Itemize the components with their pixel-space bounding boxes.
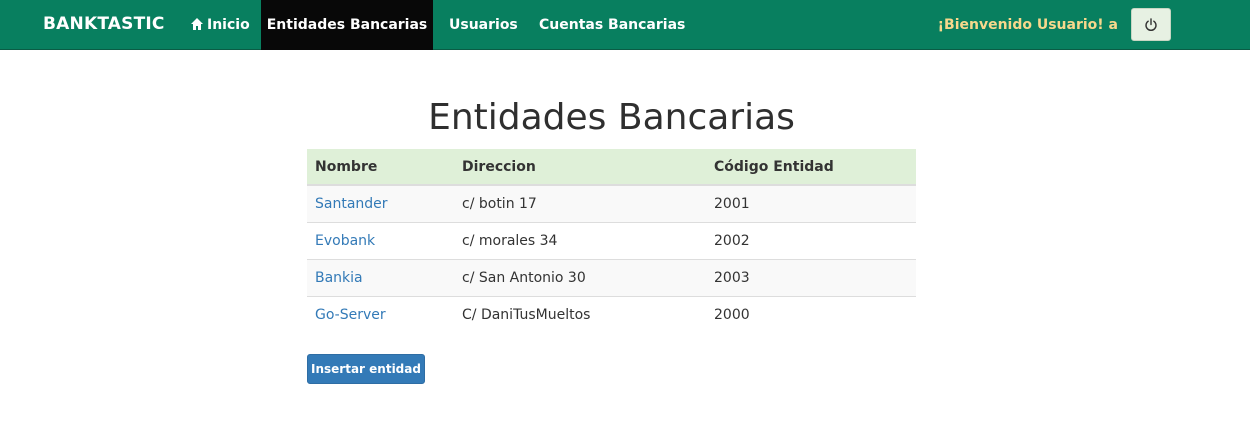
entity-address: C/ DaniTusMueltos (454, 295, 706, 333)
entity-name-link[interactable]: Bankia (307, 258, 454, 296)
brand-logo[interactable]: BANKTASTIC (43, 14, 165, 34)
logout-button[interactable] (1131, 8, 1171, 41)
nav-item-entidades-bancarias-label: Entidades Bancarias (266, 17, 428, 33)
home-icon (191, 18, 203, 30)
table-row: Bankia c/ San Antonio 30 2003 (307, 258, 916, 296)
entity-name-link[interactable]: Evobank (307, 221, 454, 259)
entity-code: 2002 (706, 221, 916, 259)
top-navbar: BANKTASTIC Inicio Entidades Bancarias Us… (0, 0, 1250, 50)
entity-address: c/ San Antonio 30 (454, 258, 706, 296)
nav-item-usuarios[interactable]: Usuarios (449, 0, 518, 50)
nav-item-inicio-label: Inicio (207, 17, 250, 33)
column-header-codigo-entidad[interactable]: Código Entidad (706, 149, 916, 186)
nav-item-entidades-bancarias[interactable]: Entidades Bancarias (261, 0, 433, 50)
entity-code: 2001 (706, 184, 916, 222)
entity-address: c/ botin 17 (454, 184, 706, 222)
welcome-message: ¡Bienvenido Usuario! a (937, 17, 1118, 33)
nav-item-cuentas-bancarias[interactable]: Cuentas Bancarias (539, 0, 685, 50)
page-title: Entidades Bancarias (428, 97, 795, 138)
nav-item-inicio[interactable]: Inicio (190, 0, 250, 50)
power-icon (1145, 17, 1157, 31)
entity-name-link[interactable]: Santander (307, 184, 454, 222)
insert-entity-button[interactable]: Insertar entidad (307, 354, 425, 384)
table-row: Evobank c/ morales 34 2002 (307, 221, 916, 259)
table-header-row: Nombre Direccion Código Entidad (307, 149, 916, 186)
nav-item-cuentas-bancarias-label: Cuentas Bancarias (539, 17, 686, 33)
entity-name-link[interactable]: Go-Server (307, 295, 454, 333)
entity-code: 2003 (706, 258, 916, 296)
entity-address: c/ morales 34 (454, 221, 706, 259)
column-header-nombre[interactable]: Nombre (307, 149, 454, 186)
entity-code: 2000 (706, 295, 916, 333)
nav-item-usuarios-label: Usuarios (449, 17, 518, 33)
column-header-direccion[interactable]: Direccion (454, 149, 706, 186)
entities-table: Nombre Direccion Código Entidad Santande… (307, 149, 916, 333)
table-row: Go-Server C/ DaniTusMueltos 2000 (307, 295, 916, 333)
table-row: Santander c/ botin 17 2001 (307, 184, 916, 222)
